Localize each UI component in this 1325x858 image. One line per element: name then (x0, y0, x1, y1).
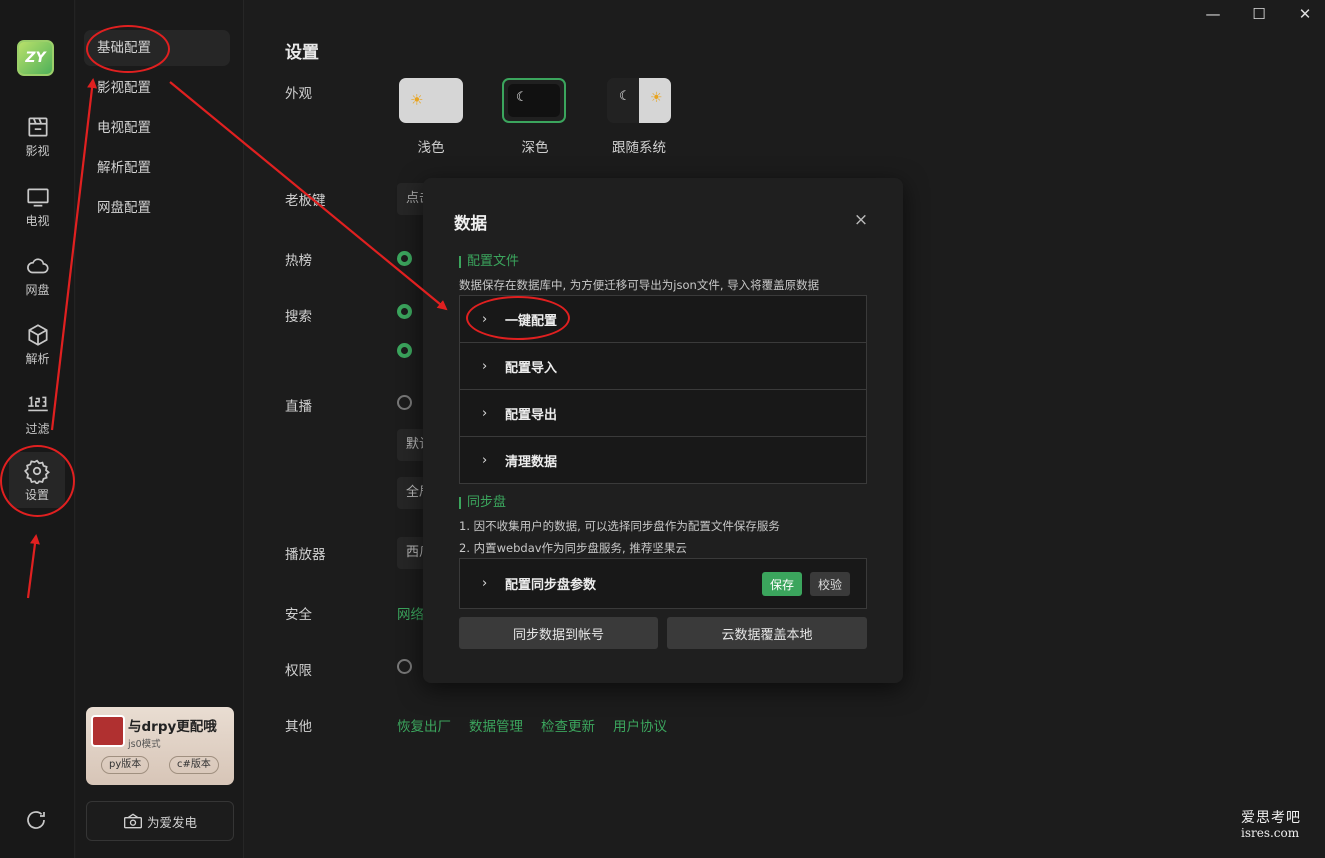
boss-key-label: 老板键 (285, 193, 326, 209)
theme-system-label: 跟随系统 (612, 140, 666, 156)
subnav-item-cloud[interactable]: 网盘配置 (76, 190, 244, 226)
sync-config-item[interactable]: › 配置同步盘参数 (460, 559, 866, 608)
subnav-item-parse[interactable]: 解析配置 (76, 150, 244, 186)
main-rail: ZY 影视 电视 网盘 解析 过滤 设置 (0, 0, 75, 858)
moon-icon: ☾ (516, 90, 528, 105)
player-label: 播放器 (285, 547, 326, 563)
py-version-pill[interactable]: py版本 (101, 756, 150, 774)
live-label: 直播 (285, 399, 312, 415)
close-window-button[interactable]: ✕ (1294, 5, 1316, 23)
promo-badge-icon (91, 715, 125, 747)
permission-radio[interactable] (397, 659, 412, 674)
minimize-button[interactable]: — (1202, 5, 1224, 23)
theme-light-option[interactable]: ☀ (399, 78, 463, 123)
rail-item-filter[interactable]: 过滤 (0, 392, 75, 437)
numbers-icon (27, 396, 48, 412)
chevron-right-icon: › (482, 576, 488, 591)
rail-item-parse[interactable]: 解析 (0, 322, 75, 367)
sun-icon: ☀ (410, 91, 424, 109)
hot-label: 热榜 (285, 253, 312, 269)
annotation-circle (466, 296, 570, 340)
chevron-right-icon: › (482, 405, 488, 421)
app-logo[interactable]: ZY (17, 40, 54, 76)
refresh-icon[interactable] (24, 808, 48, 836)
promo-title: 与drpy更配哦 (128, 719, 217, 735)
rail-item-film[interactable]: 影视 (0, 114, 75, 159)
clapperboard-icon (27, 117, 48, 137)
clear-data-item[interactable]: › 清理数据 (460, 437, 866, 484)
permission-label: 权限 (285, 663, 312, 679)
subnav-item-tv[interactable]: 电视配置 (76, 110, 244, 146)
collapse-label: 配置导出 (505, 407, 558, 423)
rail-item-label: 网盘 (25, 283, 50, 297)
promo-card[interactable]: 与drpy更配哦 js0模式 py版本 c#版本 (86, 707, 234, 785)
theme-system-option[interactable]: ☾ ☀ (607, 78, 671, 123)
csharp-version-pill[interactable]: c#版本 (169, 756, 219, 774)
config-section-title: 配置文件 (459, 255, 519, 268)
search-label: 搜索 (285, 309, 312, 325)
live-radio[interactable] (397, 395, 412, 410)
hot-radio[interactable] (397, 251, 412, 266)
check-button[interactable]: 校验 (810, 572, 850, 596)
annotation-circle (86, 25, 170, 73)
rail-item-label: 电视 (25, 214, 50, 228)
rail-item-cloud[interactable]: 网盘 (0, 253, 75, 298)
config-import-item[interactable]: › 配置导入 (460, 343, 866, 390)
collapse-label: 配置导入 (505, 360, 558, 376)
appearance-label: 外观 (285, 86, 312, 102)
sun-icon: ☀ (650, 90, 663, 106)
tv-icon (26, 188, 49, 207)
watermark: 爱思考吧 isres.com (1241, 807, 1301, 840)
theme-light-label: 浅色 (417, 140, 445, 156)
close-icon[interactable]: × (853, 212, 869, 229)
config-export-item[interactable]: › 配置导出 (460, 390, 866, 437)
chevron-right-icon: › (482, 453, 488, 468)
rail-item-tv[interactable]: 电视 (0, 184, 75, 229)
sync-description-2: 2. 内置webdav作为同步盘服务, 推荐坚果云 (459, 541, 687, 555)
dialog-title: 数据 (454, 214, 487, 233)
search-radio-2[interactable] (397, 343, 412, 358)
collapse-label: 清理数据 (505, 455, 558, 470)
money-icon (123, 813, 142, 829)
rail-item-label: 过滤 (25, 422, 50, 436)
sync-collapse: › 配置同步盘参数 保存 校验 (459, 558, 867, 609)
rail-item-label: 解析 (25, 352, 50, 366)
watermark-line-2: isres.com (1241, 826, 1300, 840)
rail-item-label: 影视 (25, 144, 50, 158)
data-dialog: 数据 × 配置文件 数据保存在数据库中, 为方便迁移可导出为json文件, 导入… (423, 178, 903, 683)
theme-dark-label: 深色 (521, 140, 549, 156)
cloud-icon (26, 258, 49, 274)
config-description: 数据保存在数据库中, 为方便迁移可导出为json文件, 导入将覆盖原数据 (459, 278, 820, 292)
cube-icon (27, 324, 48, 346)
data-manage-link[interactable]: 数据管理 (469, 715, 523, 735)
sync-section-title: 同步盘 (459, 496, 506, 509)
security-label: 安全 (285, 607, 312, 623)
app-window: — ☐ ✕ ZY 影视 电视 网盘 解析 过滤 设置 基础配置 影视配置 电视配… (0, 0, 1325, 858)
other-label: 其他 (285, 719, 312, 735)
theme-dark-option[interactable]: ☾ (502, 78, 566, 123)
donate-button[interactable]: 为爱发电 (86, 801, 234, 841)
user-agreement-link[interactable]: 用户协议 (613, 715, 667, 735)
save-button[interactable]: 保存 (762, 572, 802, 596)
search-radio-1[interactable] (397, 304, 412, 319)
maximize-button[interactable]: ☐ (1248, 5, 1270, 23)
watermark-line-1: 爱思考吧 (1241, 810, 1301, 826)
sync-to-account-button[interactable]: 同步数据到帐号 (459, 617, 658, 649)
chevron-right-icon: › (482, 358, 488, 374)
factory-reset-link[interactable]: 恢复出厂 (397, 715, 451, 735)
subnav-item-film[interactable]: 影视配置 (76, 70, 244, 106)
collapse-label: 配置同步盘参数 (505, 578, 597, 593)
security-link[interactable]: 网络 (397, 603, 423, 623)
promo-subtitle: js0模式 (128, 739, 161, 750)
cloud-overwrite-button[interactable]: 云数据覆盖本地 (667, 617, 867, 649)
sync-description-1: 1. 因不收集用户的数据, 可以选择同步盘作为配置文件保存服务 (459, 519, 780, 533)
donate-label: 为爱发电 (146, 814, 197, 830)
page-title: 设置 (285, 43, 319, 63)
check-update-link[interactable]: 检查更新 (541, 715, 595, 735)
annotation-circle (0, 445, 75, 517)
moon-icon: ☾ (619, 89, 631, 104)
